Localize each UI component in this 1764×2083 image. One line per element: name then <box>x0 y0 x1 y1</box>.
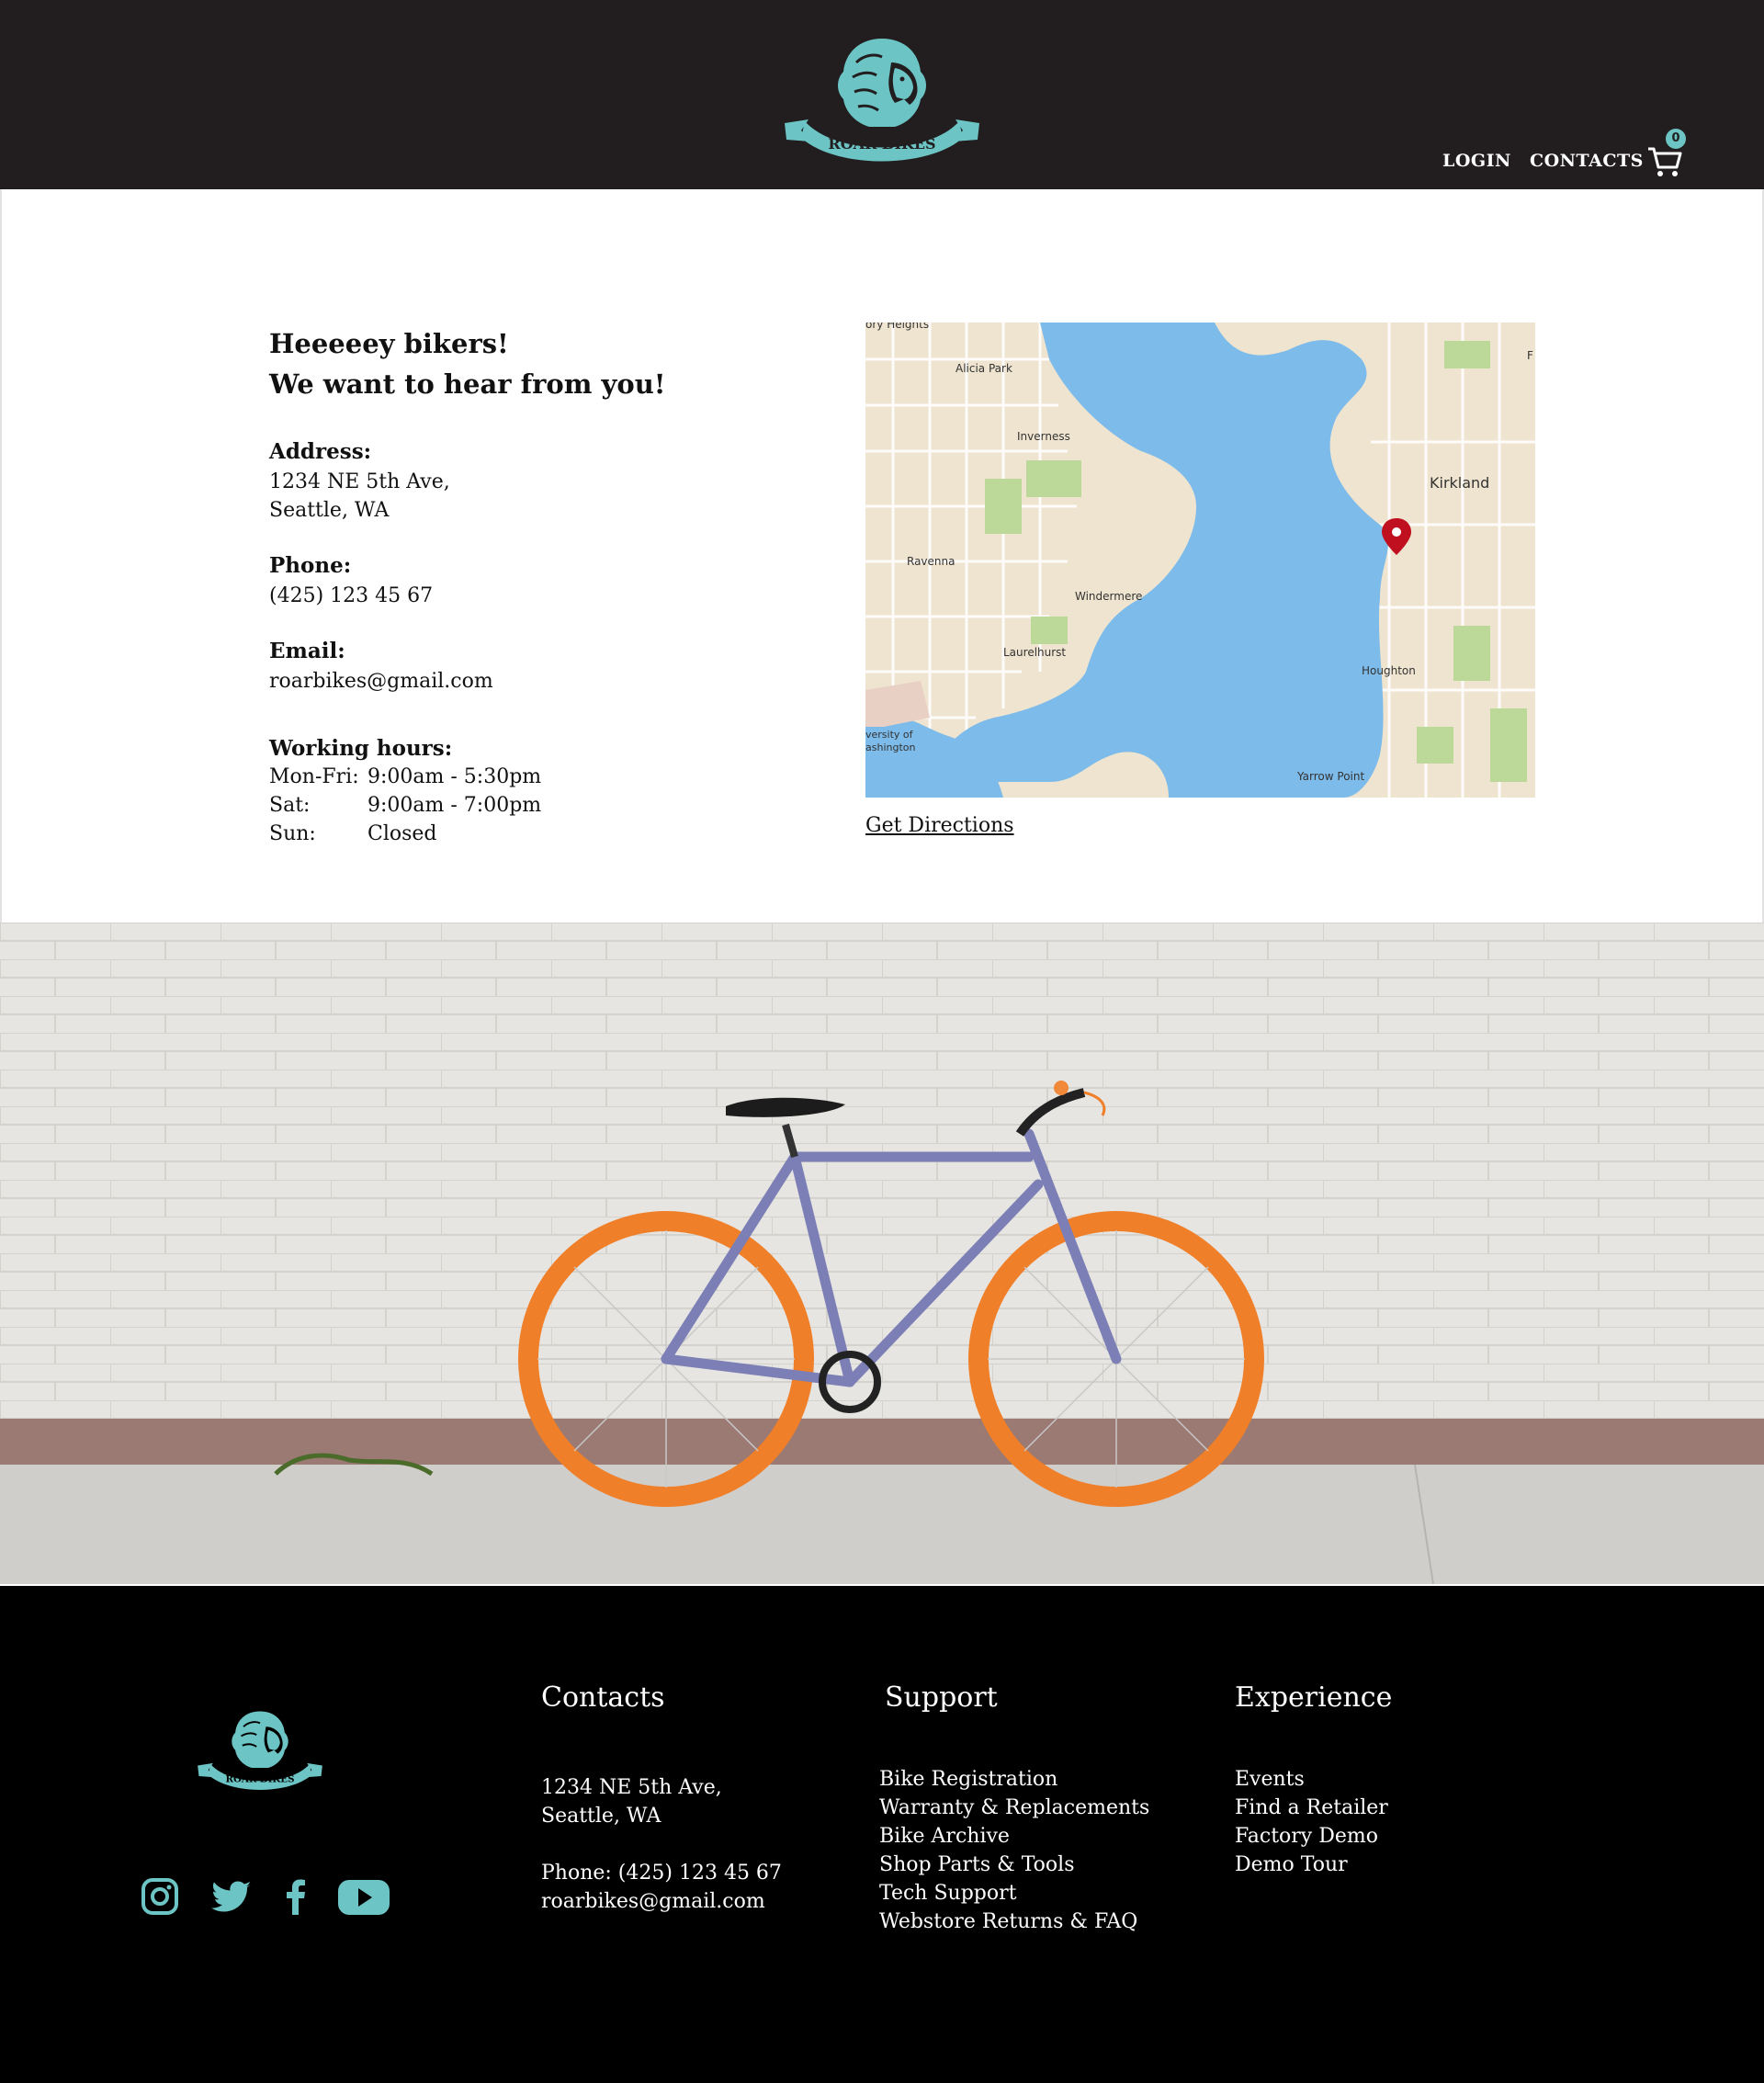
footer-contact-details: Phone: (425) 123 45 67 roarbikes@gmail.c… <box>541 1859 782 1916</box>
logo-text: ROAR BIKES <box>828 135 935 153</box>
hours-time: 9:00am - 7:00pm <box>368 794 542 817</box>
roar-bikes-logo[interactable]: ROAR BIKES <box>781 35 983 173</box>
cart-count-badge: 0 <box>1666 129 1686 149</box>
map-label: Laurelhurst <box>1003 646 1066 659</box>
footer-logo-text: ROAR BIKES <box>226 1773 295 1784</box>
footer-address-line-2: Seattle, WA <box>541 1805 662 1828</box>
working-hours-label: Working hours: <box>269 736 453 761</box>
map-label: Kirkland <box>1430 474 1489 492</box>
map-label: ory Heights <box>865 323 929 331</box>
greeting-line-1: Heeeeey bikers! <box>269 328 509 359</box>
hours-day: Sat: <box>269 794 311 817</box>
map-label: Windermere <box>1075 590 1142 603</box>
map-label: F <box>1527 349 1533 362</box>
location-map[interactable]: ory Heights Alicia Park Inverness Ravenn… <box>865 323 1535 798</box>
footer-link-factory-demo[interactable]: Factory Demo <box>1235 1822 1388 1851</box>
get-directions-link[interactable]: Get Directions <box>865 814 1014 837</box>
phone-label: Phone: <box>269 553 352 578</box>
hours-day: Sun: <box>269 822 316 845</box>
footer-link-demo-tour[interactable]: Demo Tour <box>1235 1851 1388 1879</box>
greeting-line-2: We want to hear from you! <box>269 368 666 400</box>
map-label: ashington <box>865 742 915 753</box>
youtube-icon[interactable] <box>336 1874 391 1919</box>
hours-day: Mon-Fri: <box>269 765 359 788</box>
site-footer: ROAR BIKES Contacts Support Experience 1… <box>0 1586 1764 2083</box>
footer-experience-heading: Experience <box>1235 1681 1393 1714</box>
footer-link-bike-archive[interactable]: Bike Archive <box>879 1822 1149 1851</box>
map-label: Inverness <box>1017 430 1070 443</box>
hours-time: Closed <box>368 822 437 845</box>
address-label: Address: <box>269 439 372 464</box>
address-value: 1234 NE 5th Ave, Seattle, WA <box>269 468 450 525</box>
footer-contacts-heading: Contacts <box>541 1681 665 1714</box>
bike-photo <box>0 923 1764 1584</box>
map-label: versity of <box>865 729 914 741</box>
footer-link-tech-support[interactable]: Tech Support <box>879 1879 1149 1908</box>
address-line-1: 1234 NE 5th Ave, <box>269 470 450 493</box>
footer-phone: Phone: (425) 123 45 67 <box>541 1862 782 1885</box>
map-graphic: ory Heights Alicia Park Inverness Ravenn… <box>865 323 1535 798</box>
instagram-icon[interactable] <box>138 1874 182 1919</box>
hours-time: 9:00am - 5:30pm <box>368 765 542 788</box>
phone-value: (425) 123 45 67 <box>269 584 434 607</box>
email-value: roarbikes@gmail.com <box>269 670 493 693</box>
greeting-heading: Heeeeey bikers! We want to hear from you… <box>269 323 666 404</box>
email-label: Email: <box>269 639 345 663</box>
footer-link-shop-parts[interactable]: Shop Parts & Tools <box>879 1851 1149 1879</box>
footer-link-webstore-returns[interactable]: Webstore Returns & FAQ <box>879 1908 1149 1936</box>
footer-email[interactable]: roarbikes@gmail.com <box>541 1887 782 1916</box>
footer-address-line-1: 1234 NE 5th Ave, <box>541 1776 722 1799</box>
nav-contacts-link[interactable]: CONTACTS <box>1530 151 1644 171</box>
footer-experience-links: Events Find a Retailer Factory Demo Demo… <box>1235 1765 1388 1879</box>
footer-link-warranty[interactable]: Warranty & Replacements <box>879 1794 1149 1822</box>
map-label: Yarrow Point <box>1296 770 1364 783</box>
footer-logo[interactable]: ROAR BIKES <box>195 1709 325 1797</box>
footer-link-bike-registration[interactable]: Bike Registration <box>879 1765 1149 1794</box>
map-label: Ravenna <box>907 555 955 568</box>
footer-support-heading: Support <box>885 1681 998 1714</box>
contact-section: Heeeeey bikers! We want to hear from you… <box>0 189 1764 923</box>
nav-login-link[interactable]: LOGIN <box>1442 151 1511 171</box>
map-label: Houghton <box>1362 664 1416 677</box>
facebook-icon[interactable] <box>274 1874 318 1919</box>
address-line-2: Seattle, WA <box>269 499 390 522</box>
hero-bike-image <box>0 923 1764 1584</box>
twitter-icon[interactable] <box>211 1874 255 1919</box>
map-label: Alicia Park <box>956 362 1012 375</box>
footer-link-events[interactable]: Events <box>1235 1765 1388 1794</box>
footer-support-links: Bike Registration Warranty & Replacement… <box>879 1765 1149 1936</box>
footer-address: 1234 NE 5th Ave, Seattle, WA <box>541 1773 722 1830</box>
footer-link-find-retailer[interactable]: Find a Retailer <box>1235 1794 1388 1822</box>
